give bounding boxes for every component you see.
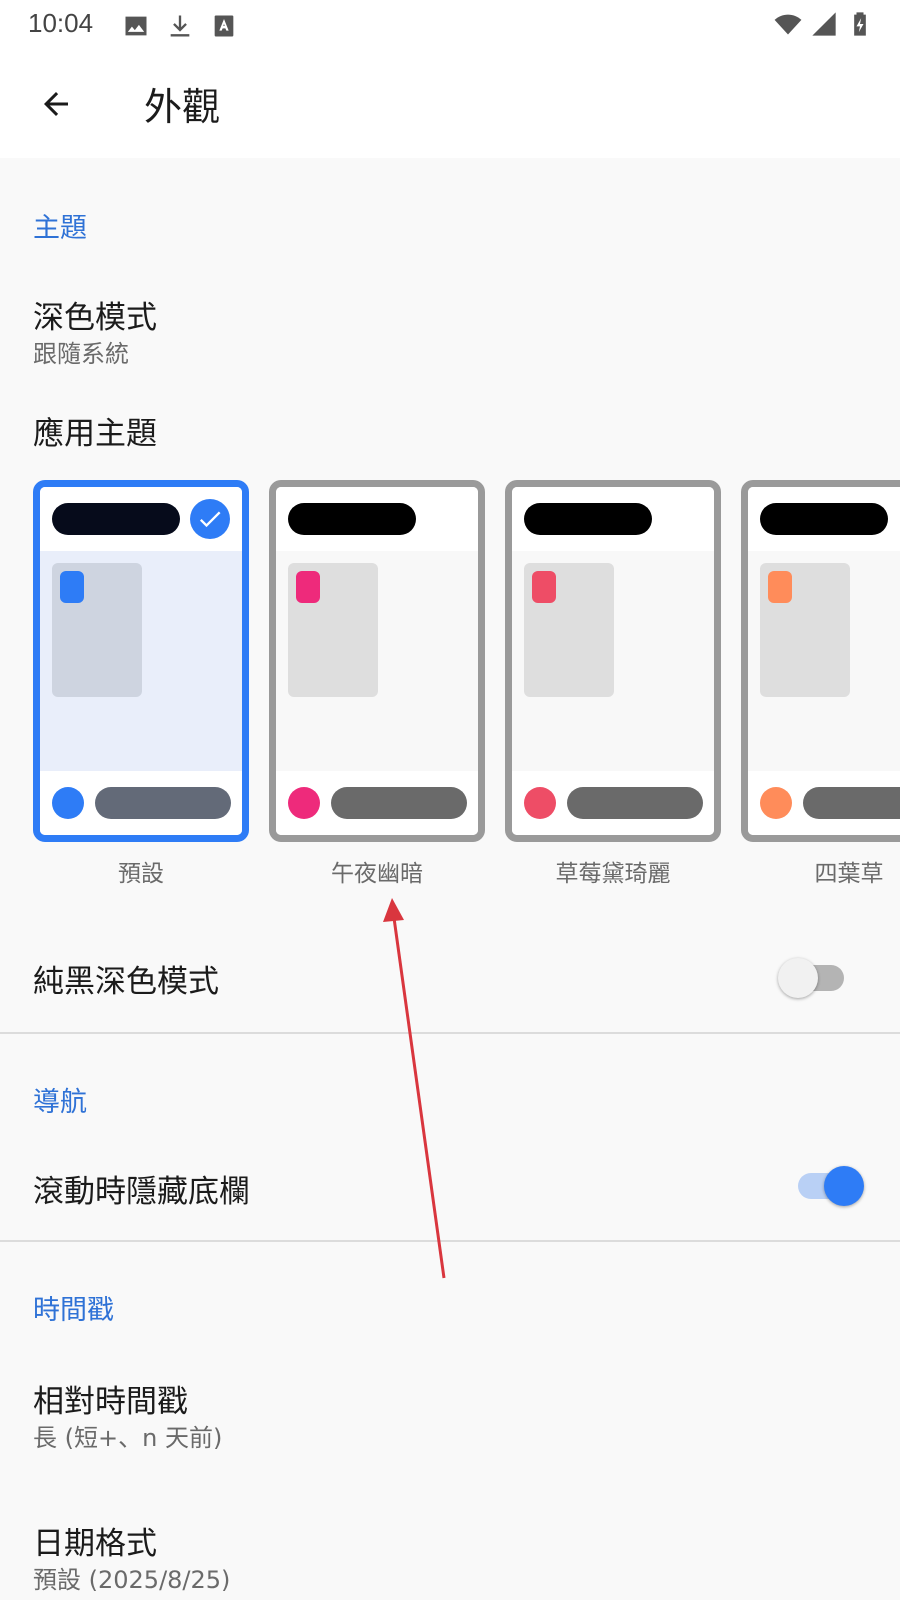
theme-card[interactable] bbox=[741, 480, 900, 842]
download-icon bbox=[170, 15, 190, 37]
theme-preview-card bbox=[524, 563, 614, 697]
theme-preview-title-bar bbox=[524, 503, 652, 535]
pref-relative-timestamp-title: 相對時間戳 bbox=[33, 1384, 188, 1420]
theme-preview-card bbox=[760, 563, 850, 697]
signal-icon bbox=[812, 12, 836, 36]
theme-preview-accent-chip bbox=[532, 571, 556, 603]
theme-preview-accent-chip bbox=[768, 571, 792, 603]
app-bar: 外觀 bbox=[0, 48, 900, 158]
theme-preview-bottom-bar bbox=[276, 771, 478, 835]
pref-date-format[interactable]: 日期格式 預設 (2025/8/25) bbox=[0, 1498, 900, 1600]
theme-card-label: 四葉草 bbox=[814, 861, 884, 887]
font-icon bbox=[214, 15, 234, 37]
settings-list[interactable]: 主題 深色模式 跟隨系統 應用主題 預設 午夜幽暗 草莓黛琦麗 四葉草 純黑深色模式 … bbox=[0, 158, 900, 1600]
pref-hide-bottom-bar[interactable]: 滾動時隱藏底欄 bbox=[0, 1128, 900, 1238]
theme-preview-title-bar bbox=[52, 503, 180, 535]
theme-picker[interactable]: 預設 午夜幽暗 草莓黛琦麗 四葉草 bbox=[33, 480, 900, 890]
theme-preview-nav-bar bbox=[567, 787, 703, 819]
theme-preview-body bbox=[276, 551, 478, 771]
theme-preview-card bbox=[288, 563, 378, 697]
check-icon bbox=[190, 499, 230, 539]
pref-date-format-title: 日期格式 bbox=[33, 1526, 157, 1562]
divider bbox=[0, 1032, 900, 1034]
theme-preview-nav-bar bbox=[95, 787, 231, 819]
wifi-icon bbox=[774, 14, 802, 35]
theme-card[interactable] bbox=[269, 480, 485, 842]
section-header-theme: 主題 bbox=[33, 213, 87, 244]
theme-preview-body bbox=[512, 551, 714, 771]
theme-preview-toolbar bbox=[748, 487, 900, 551]
theme-card-label: 草莓黛琦麗 bbox=[555, 861, 671, 887]
theme-preview-nav-bar bbox=[331, 787, 467, 819]
theme-card-label: 預設 bbox=[118, 861, 164, 887]
arrow-back-icon bbox=[44, 92, 68, 116]
theme-preview-bottom-bar bbox=[40, 771, 242, 835]
switch-thumb bbox=[824, 1166, 864, 1206]
pref-date-format-summary: 預設 (2025/8/25) bbox=[33, 1566, 231, 1594]
pref-relative-timestamp-summary: 長 (短+、n 天前) bbox=[33, 1424, 223, 1452]
theme-preview-body bbox=[748, 551, 900, 771]
pref-pure-black[interactable]: 純黑深色模式 bbox=[0, 928, 900, 1032]
pref-dark-mode[interactable]: 深色模式 跟隨系統 bbox=[0, 272, 900, 372]
theme-card-label: 午夜幽暗 bbox=[331, 861, 423, 887]
theme-card[interactable] bbox=[33, 480, 249, 842]
status-time: 10:04 bbox=[28, 8, 94, 38]
theme-preview-title-bar bbox=[760, 503, 888, 535]
status-notification-icons bbox=[122, 12, 238, 40]
divider bbox=[0, 1240, 900, 1242]
back-button[interactable] bbox=[30, 78, 82, 130]
theme-preview-toolbar bbox=[512, 487, 714, 551]
theme-preview-bottom-bar bbox=[748, 771, 900, 835]
theme-preview-accent-dot bbox=[524, 787, 556, 819]
image-icon bbox=[125, 16, 147, 36]
theme-preview-accent-chip bbox=[296, 571, 320, 603]
theme-preview-card bbox=[52, 563, 142, 697]
theme-preview-title-bar bbox=[288, 503, 416, 535]
theme-preview-accent-chip bbox=[60, 571, 84, 603]
switch-thumb bbox=[778, 958, 818, 998]
section-header-timestamp: 時間戳 bbox=[33, 1295, 114, 1326]
section-header-navigation: 導航 bbox=[33, 1087, 87, 1118]
pref-hide-bottom-bar-title: 滾動時隱藏底欄 bbox=[33, 1174, 250, 1210]
theme-preview-body bbox=[40, 551, 242, 771]
pref-pure-black-title: 純黑深色模式 bbox=[33, 964, 219, 1000]
theme-card[interactable] bbox=[505, 480, 721, 842]
status-bar: 10:04 bbox=[0, 0, 900, 48]
pure-black-switch[interactable] bbox=[778, 956, 850, 1000]
theme-preview-nav-bar bbox=[803, 787, 900, 819]
pref-dark-mode-summary: 跟隨系統 bbox=[33, 340, 129, 368]
theme-preview-bottom-bar bbox=[512, 771, 714, 835]
hide-bottom-bar-switch[interactable] bbox=[792, 1164, 864, 1208]
page-title: 外觀 bbox=[144, 85, 221, 129]
pref-app-theme-title: 應用主題 bbox=[33, 416, 157, 452]
pref-relative-timestamp[interactable]: 相對時間戳 長 (短+、n 天前) bbox=[0, 1354, 900, 1464]
theme-preview-toolbar bbox=[40, 487, 242, 551]
battery-charging-icon bbox=[854, 12, 866, 36]
theme-preview-toolbar bbox=[276, 487, 478, 551]
theme-preview-accent-dot bbox=[760, 787, 792, 819]
pref-dark-mode-title: 深色模式 bbox=[33, 300, 157, 336]
theme-preview-accent-dot bbox=[52, 787, 84, 819]
status-system-icons bbox=[774, 10, 874, 38]
theme-preview-accent-dot bbox=[288, 787, 320, 819]
